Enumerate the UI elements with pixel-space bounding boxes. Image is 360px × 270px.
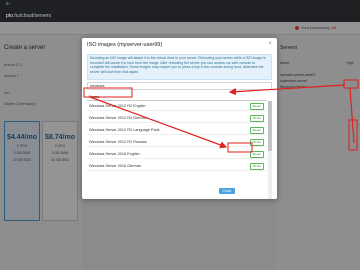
iso-row[interactable]: Windows Server 2012 R2 Language Pack Mou…: [87, 125, 267, 135]
iso-name: Windows Server 2012 R2 English: [89, 104, 146, 108]
mount-button[interactable]: Mount: [249, 163, 264, 170]
mount-button[interactable]: Mount: [249, 151, 264, 158]
iso-images-modal: ISO images (myserver-user99) × Mounting …: [82, 38, 277, 199]
info-notice: Mounting an ISO image will attach it to …: [87, 54, 272, 80]
scrollbar-thumb[interactable]: [268, 101, 272, 151]
table-scrollbar[interactable]: [268, 101, 272, 199]
address-bar[interactable]: pto.hu/cloud/servers: [6, 13, 51, 19]
iso-name: Windows Server 2016 English: [89, 152, 140, 156]
iso-row[interactable]: Windows Server 2012 R2 English Mount: [87, 101, 267, 111]
url-prefix: pto: [6, 13, 13, 19]
table-header: Name: [87, 94, 267, 101]
close-icon[interactable]: ×: [268, 41, 272, 47]
iso-table: Name Windows Server 2012 R2 English Moun…: [87, 94, 272, 199]
iso-row[interactable]: Windows Server 2012 R2 Russian Mount: [87, 137, 267, 147]
iso-name: Windows Server 2012 R2 Russian: [89, 140, 147, 144]
iso-row[interactable]: Windows Server 2016 English Mount: [87, 149, 267, 159]
iso-name: Windows Server 2012 R2 German: [89, 116, 147, 120]
browser-chrome: s- pto.hu/cloud/servers: [0, 0, 360, 22]
iso-row[interactable]: Windows Server 2012 R2 German Mount: [87, 113, 267, 123]
mount-button[interactable]: Mount: [249, 103, 264, 110]
iso-search-input[interactable]: [87, 82, 272, 90]
iso-name: Windows Server 2016 German: [89, 164, 141, 168]
close-button[interactable]: Close: [219, 188, 235, 194]
mount-button[interactable]: Mount: [249, 139, 264, 146]
url-path: .hu/cloud/servers: [12, 13, 52, 19]
modal-title: ISO images (myserver-user99): [87, 42, 163, 48]
iso-row[interactable]: Windows Server 2016 German Mount: [87, 161, 267, 171]
browser-tab-title[interactable]: s-: [6, 1, 10, 7]
iso-name: Windows Server 2012 R2 Language Pack: [89, 128, 160, 132]
mount-button[interactable]: Mount: [249, 115, 264, 122]
mount-button[interactable]: Mount: [249, 127, 264, 134]
